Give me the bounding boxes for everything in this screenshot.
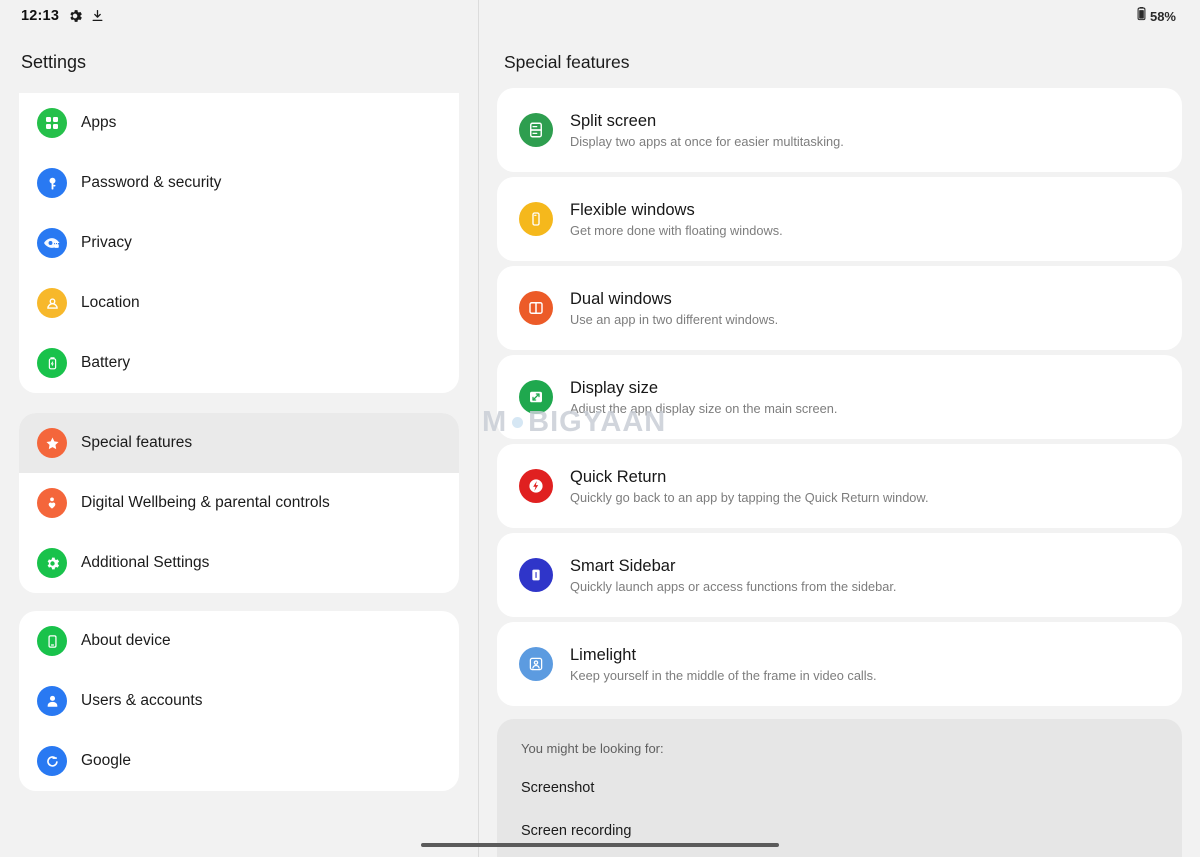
battery-charging-icon: [37, 348, 67, 378]
smart-sidebar-icon: [519, 558, 553, 592]
feature-list: Split screen Display two apps at once fo…: [479, 88, 1200, 706]
tablet-settings-screen: 12:13 Settings Apps Password & security …: [0, 0, 1200, 857]
sidebar-item-label: Additional Settings: [81, 554, 210, 571]
star-icon: [37, 428, 67, 458]
feature-item-smart-sidebar[interactable]: Smart Sidebar Quickly launch apps or acc…: [497, 533, 1182, 617]
gear-icon: [68, 9, 82, 23]
looking-for-heading: You might be looking for:: [521, 741, 664, 756]
sidebar-item-label: Privacy: [81, 234, 132, 251]
status-bar-right: 58%: [479, 0, 1200, 32]
feature-item-split-screen[interactable]: Split screen Display two apps at once fo…: [497, 88, 1182, 172]
person-icon: [37, 686, 67, 716]
feature-subtitle: Get more done with floating windows.: [570, 222, 783, 238]
sidebar-item-special-features[interactable]: Special features: [19, 413, 459, 473]
key-icon: [37, 168, 67, 198]
split-screen-icon: [519, 113, 553, 147]
sidebar-item-label: Google: [81, 752, 131, 769]
special-features-panel: 58% Special features Split screen Displa…: [479, 0, 1200, 857]
home-gesture-bar[interactable]: [421, 843, 779, 847]
sidebar-item-password-security[interactable]: Password & security: [19, 153, 459, 213]
feature-item-limelight[interactable]: Limelight Keep yourself in the middle of…: [497, 622, 1182, 706]
sidebar-item-google[interactable]: Google: [19, 731, 459, 791]
status-bar-left: 12:13: [0, 0, 478, 32]
sidebar-item-privacy[interactable]: Privacy: [19, 213, 459, 273]
sidebar-item-label: About device: [81, 632, 171, 649]
sidebar-item-battery[interactable]: Battery: [19, 333, 459, 393]
sidebar-item-label: Users & accounts: [81, 692, 203, 709]
gear-icon: [37, 548, 67, 578]
settings-sidebar-panel: 12:13 Settings Apps Password & security …: [0, 0, 479, 857]
download-icon: [91, 9, 105, 23]
flexible-window-icon: [519, 202, 553, 236]
google-g-icon: [37, 746, 67, 776]
page-title: Settings: [21, 52, 87, 72]
sidebar-scroll-area[interactable]: Apps Password & security Privacy Locatio…: [0, 93, 478, 857]
feature-subtitle: Quickly launch apps or access functions …: [570, 578, 897, 594]
sidebar-item-label: Apps: [81, 114, 117, 131]
feature-title: Split screen: [570, 111, 657, 130]
feature-subtitle: Keep yourself in the middle of the frame…: [570, 667, 877, 683]
status-time: 12:13: [21, 8, 60, 24]
feature-item-flexible-windows[interactable]: Flexible windows Get more done with floa…: [497, 177, 1182, 261]
wellbeing-person-icon: [37, 488, 67, 518]
sidebar-item-label: Battery: [81, 354, 131, 371]
battery-percent: 58%: [1149, 8, 1176, 24]
sidebar-item-label: Password & security: [81, 174, 222, 191]
quick-return-icon: [519, 469, 553, 503]
phone-icon: [37, 626, 67, 656]
sidebar-item-label: Digital Wellbeing & parental controls: [81, 494, 330, 511]
sidebar-group-1: Apps Password & security Privacy Locatio…: [19, 93, 459, 393]
sidebar-item-apps[interactable]: Apps: [19, 93, 459, 153]
sidebar-item-location[interactable]: Location: [19, 273, 459, 333]
feature-subtitle: Use an app in two different windows.: [570, 311, 779, 327]
feature-title: Dual windows: [570, 289, 672, 308]
display-size-icon: [519, 380, 553, 414]
sidebar-item-digital-wellbeing[interactable]: Digital Wellbeing & parental controls: [19, 473, 459, 533]
main-page-title: Special features: [504, 52, 630, 72]
feature-title: Quick Return: [570, 467, 667, 486]
limelight-icon: [519, 647, 553, 681]
dual-windows-icon: [519, 291, 553, 325]
looking-for-item-screenshot[interactable]: Screenshot: [521, 780, 1158, 796]
feature-title: Smart Sidebar: [570, 556, 676, 575]
apps-grid-icon: [37, 108, 67, 138]
feature-title: Flexible windows: [570, 200, 695, 219]
looking-for-item-screen-recording[interactable]: Screen recording: [521, 823, 1158, 839]
feature-item-quick-return[interactable]: Quick Return Quickly go back to an app b…: [497, 444, 1182, 528]
battery-icon: [1136, 6, 1147, 26]
location-pin-icon: [37, 288, 67, 318]
feature-title: Limelight: [570, 645, 637, 664]
sidebar-group-2: Special features Digital Wellbeing & par…: [19, 413, 459, 593]
sidebar-group-3: About device Users & accounts Google: [19, 611, 459, 791]
feature-item-dual-windows[interactable]: Dual windows Use an app in two different…: [497, 266, 1182, 350]
sidebar-item-label: Location: [81, 294, 140, 311]
sidebar-item-about-device[interactable]: About device: [19, 611, 459, 671]
sidebar-item-users-accounts[interactable]: Users & accounts: [19, 671, 459, 731]
sidebar-item-additional-settings[interactable]: Additional Settings: [19, 533, 459, 593]
feature-title: Display size: [570, 378, 659, 397]
feature-subtitle: Display two apps at once for easier mult…: [570, 133, 844, 149]
sidebar-item-label: Special features: [81, 434, 193, 451]
feature-subtitle: Adjust the app display size on the main …: [570, 400, 838, 416]
privacy-eye-lock-icon: [37, 228, 67, 258]
you-might-be-looking-for-card: You might be looking for: Screenshot Scr…: [497, 719, 1182, 857]
feature-item-display-size[interactable]: Display size Adjust the app display size…: [497, 355, 1182, 439]
feature-subtitle: Quickly go back to an app by tapping the…: [570, 489, 929, 505]
